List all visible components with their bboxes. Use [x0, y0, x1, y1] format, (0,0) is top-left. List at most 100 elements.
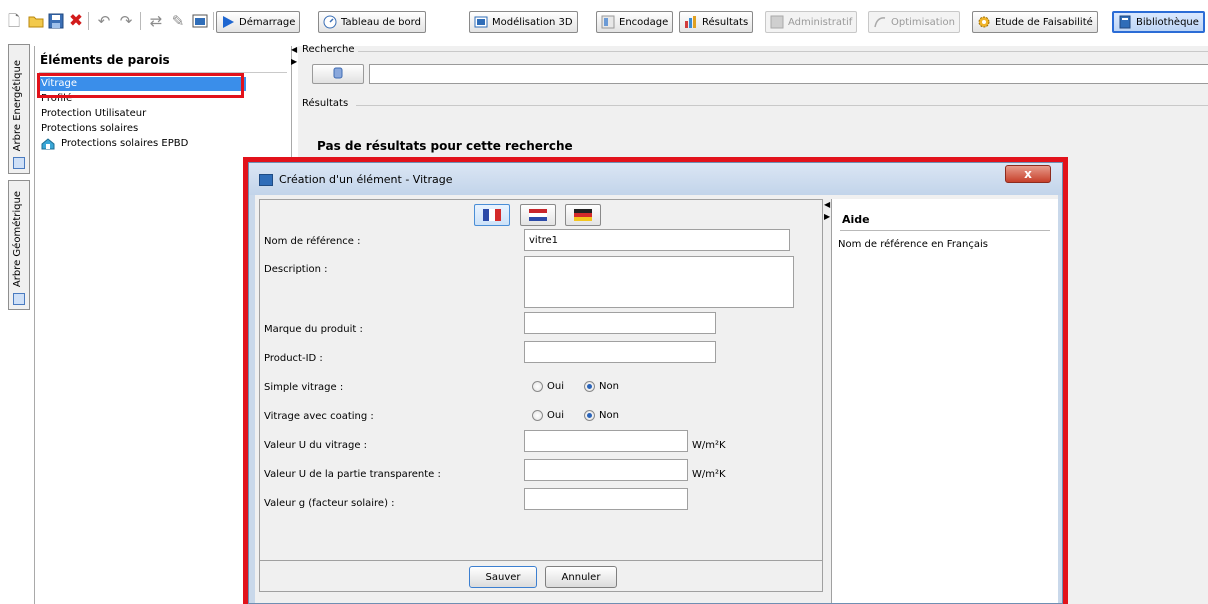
tree-icon [13, 157, 25, 169]
radio-label-yes: Oui [547, 381, 564, 392]
help-panel: Aide Nom de référence en Français [831, 199, 1058, 603]
feasibility-study-button[interactable]: Etude de Faisabilité [972, 11, 1098, 33]
refresh-icon[interactable]: ⇄ [146, 11, 166, 31]
app-icon [259, 174, 273, 186]
database-icon [333, 67, 343, 82]
play-icon [221, 15, 235, 29]
search-input[interactable] [369, 64, 1208, 84]
dialog-body: Nom de référence : Description : Marque … [255, 195, 1058, 603]
help-title: Aide [842, 213, 870, 226]
toolbar-separator [88, 12, 89, 30]
coating-radio-group: Oui Non [532, 410, 619, 421]
results-button[interactable]: Résultats [679, 11, 754, 33]
single-glazing-radio-group: Oui Non [532, 381, 619, 392]
save-icon[interactable] [46, 11, 66, 31]
toolbar-separator [140, 12, 141, 30]
tree-item-solar-protections[interactable]: Protections solaires [40, 122, 138, 136]
fr-flag-icon [483, 209, 501, 221]
tree-item-solar-protections-epbd[interactable]: Protections solaires EPBD [40, 137, 188, 151]
toolbar-separator [213, 12, 214, 30]
help-splitter-arrows-icon[interactable]: ◀ ▶ [824, 199, 830, 223]
language-fr-button[interactable] [474, 204, 510, 226]
tree-item-profile[interactable]: Profilé [40, 92, 72, 106]
divider [356, 105, 1208, 106]
library-button-label: Bibliothèque [1136, 16, 1199, 28]
cancel-button[interactable]: Annuler [545, 566, 617, 588]
tab-energy-tree[interactable]: Arbre Energétique [8, 44, 30, 174]
tree-icon [13, 293, 25, 305]
optimization-button[interactable]: Optimisation [868, 11, 960, 33]
language-nl-button[interactable] [520, 204, 556, 226]
language-de-button[interactable] [565, 204, 601, 226]
radio-label-no: Non [599, 410, 619, 421]
dialog-title: Création d'un élément - Vitrage [279, 173, 453, 186]
dashboard-button[interactable]: Tableau de bord [318, 11, 426, 33]
description-textarea[interactable] [524, 256, 794, 308]
save-button[interactable]: Sauver [469, 566, 537, 588]
description-label: Description : [264, 264, 328, 275]
encoding-icon [601, 15, 615, 29]
house-icon [41, 138, 55, 150]
u-glazing-label: Valeur U du vitrage : [264, 440, 368, 451]
modeling-3d-button-label: Modélisation 3D [492, 16, 573, 28]
divider [259, 560, 823, 561]
de-flag-icon [574, 209, 592, 221]
u-glazing-input[interactable] [524, 430, 688, 452]
divider [840, 230, 1050, 231]
reference-name-input[interactable] [524, 229, 790, 251]
tree-item-user-protection[interactable]: Protection Utilisateur [40, 107, 146, 121]
delete-icon[interactable]: ✖ [66, 11, 86, 31]
tab-geometry-tree-label: Arbre Géométrique [12, 190, 23, 287]
library-button[interactable]: Bibliothèque [1112, 11, 1205, 33]
tool-icon[interactable]: ✎ [168, 11, 188, 31]
close-button[interactable]: x [1005, 165, 1051, 183]
create-element-dialog: Création d'un élément - Vitrage x Nom de… [248, 162, 1063, 604]
optimization-icon [873, 15, 887, 29]
coating-label: Vitrage avec coating : [264, 411, 374, 422]
modeling-3d-button[interactable]: Modélisation 3D [469, 11, 578, 33]
search-button[interactable] [312, 64, 364, 84]
administrative-button[interactable]: Administratif [765, 11, 858, 33]
u-transparent-unit: W/m²K [692, 469, 726, 480]
radio-label-no: Non [599, 381, 619, 392]
product-id-input[interactable] [524, 341, 716, 363]
undo-icon[interactable]: ↶ [94, 11, 114, 31]
encoding-button[interactable]: Encodage [596, 11, 674, 33]
divider [358, 51, 1208, 52]
dashboard-icon [323, 15, 337, 29]
tab-geometry-tree[interactable]: Arbre Géométrique [8, 180, 30, 310]
feasibility-study-button-label: Etude de Faisabilité [995, 16, 1093, 28]
window-icon[interactable] [190, 11, 210, 31]
gear-icon [977, 15, 991, 29]
coating-yes-radio[interactable] [532, 410, 543, 421]
dashboard-button-label: Tableau de bord [341, 16, 421, 28]
single-glazing-yes-radio[interactable] [532, 381, 543, 392]
results-button-label: Résultats [702, 16, 749, 28]
dialog-titlebar[interactable]: Création d'un élément - Vitrage x [249, 163, 1062, 195]
tree-title: Éléments de parois [40, 53, 170, 67]
optimization-button-label: Optimisation [891, 16, 955, 28]
cube-icon [474, 15, 488, 29]
divider [39, 72, 287, 73]
start-button[interactable]: Démarrage [216, 11, 301, 33]
u-transparent-label: Valeur U de la partie transparente : [264, 469, 441, 480]
admin-icon [770, 15, 784, 29]
coating-no-radio[interactable] [584, 410, 595, 421]
new-file-icon[interactable]: 🗋 [4, 11, 24, 31]
nl-flag-icon [529, 209, 547, 221]
start-button-label: Démarrage [239, 16, 296, 28]
tree-item-label: Protections solaires EPBD [61, 138, 189, 149]
close-icon: x [1024, 167, 1032, 181]
single-glazing-no-radio[interactable] [584, 381, 595, 392]
g-value-label: Valeur g (facteur solaire) : [264, 498, 395, 509]
tree-item-vitrage[interactable]: Vitrage [40, 77, 246, 91]
brand-input[interactable] [524, 312, 716, 334]
tab-energy-tree-label: Arbre Energétique [12, 59, 23, 151]
g-value-input[interactable] [524, 488, 688, 510]
open-folder-icon[interactable] [26, 11, 46, 31]
redo-icon[interactable]: ↷ [116, 11, 136, 31]
brand-label: Marque du produit : [264, 324, 363, 335]
splitter-arrows-icon[interactable]: ◀ ▶ [291, 44, 297, 68]
element-form: Nom de référence : Description : Marque … [259, 199, 823, 592]
u-transparent-input[interactable] [524, 459, 688, 481]
